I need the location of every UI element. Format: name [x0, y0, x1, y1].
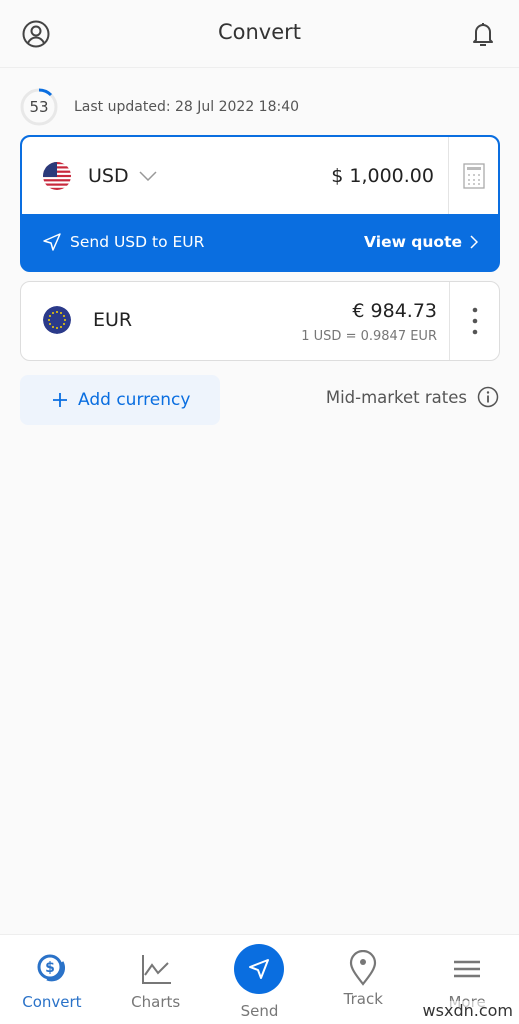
line-chart-icon: [141, 955, 171, 984]
nav-label: Charts: [131, 993, 181, 1011]
view-quote-label: View quote: [364, 233, 462, 251]
calculator-button[interactable]: [448, 137, 498, 214]
app-header: Convert: [0, 0, 519, 68]
exchange-rate: 1 USD = 0.9847 EUR: [301, 329, 437, 344]
add-currency-button[interactable]: Add currency: [20, 375, 220, 425]
dollar-coins-icon: $: [37, 954, 65, 982]
chevron-right-icon: [470, 235, 478, 249]
menu-icon: [454, 960, 481, 978]
eu-flag-icon: [43, 306, 71, 334]
countdown-value: 53: [29, 98, 49, 116]
send-icon: [249, 959, 270, 979]
source-currency-card: USD $ 1,000.00 Send USD to EUR View quot…: [20, 135, 500, 272]
send-label: Send USD to EUR: [70, 233, 205, 251]
nav-label: Send: [240, 1002, 279, 1020]
source-currency-code[interactable]: USD: [88, 165, 129, 187]
page-title: Convert: [217, 20, 302, 44]
nav-track[interactable]: Track: [311, 935, 415, 1024]
source-amount-input[interactable]: $ 1,000.00: [331, 165, 434, 187]
more-options-button[interactable]: [449, 282, 499, 360]
chevron-down-icon[interactable]: [139, 170, 157, 181]
mid-market-label: Mid-market rates: [325, 387, 467, 407]
kebab-menu-icon: [472, 307, 477, 335]
send-icon: [43, 233, 61, 251]
watermark: wsxdn.com: [422, 1001, 513, 1020]
calculator-icon: [462, 162, 485, 189]
bell-icon[interactable]: [467, 18, 499, 50]
add-currency-label: Add currency: [78, 390, 191, 410]
refresh-countdown: 53: [20, 88, 58, 126]
location-pin-icon: [350, 950, 377, 986]
last-updated-row: 53 Last updated: 28 Jul 2022 18:40: [20, 88, 299, 126]
us-flag-icon: [43, 161, 71, 190]
nav-convert[interactable]: $ Convert: [0, 935, 104, 1024]
svg-text:$: $: [45, 960, 55, 976]
view-quote-button[interactable]: View quote: [364, 233, 478, 251]
send-quote-bar[interactable]: Send USD to EUR View quote: [22, 214, 498, 270]
nav-label: Convert: [22, 993, 82, 1011]
plus-icon: [53, 393, 67, 407]
info-icon[interactable]: [477, 386, 499, 408]
mid-market-rates-info[interactable]: Mid-market rates: [326, 386, 499, 408]
last-updated-text: Last updated: 28 Jul 2022 18:40: [74, 99, 300, 115]
target-currency-code[interactable]: EUR: [93, 309, 132, 331]
nav-charts[interactable]: Charts: [104, 935, 208, 1024]
nav-send[interactable]: Send: [208, 935, 312, 1024]
target-amount: € 984.73: [352, 300, 437, 322]
nav-label: Track: [343, 990, 383, 1008]
target-currency-card[interactable]: EUR € 984.73 1 USD = 0.9847 EUR: [20, 281, 500, 361]
